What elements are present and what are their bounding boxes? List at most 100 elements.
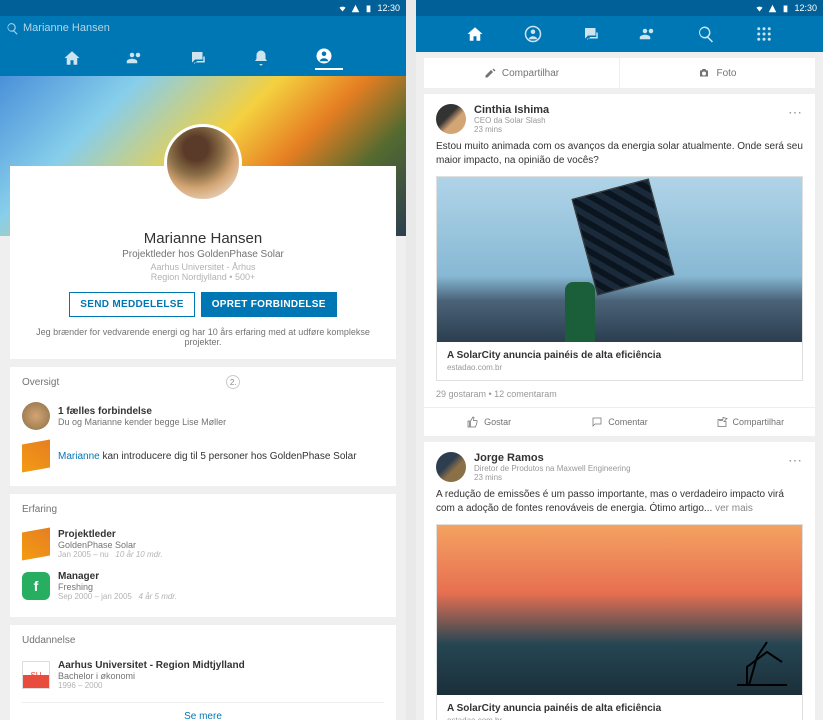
profile-avatar[interactable] bbox=[164, 124, 242, 202]
share-bar: Compartilhar Foto bbox=[424, 58, 815, 88]
article-image bbox=[437, 525, 802, 695]
exp-company: Freshing bbox=[58, 582, 177, 592]
exp-role: Projektleder bbox=[58, 529, 163, 540]
nav-people-icon[interactable] bbox=[126, 49, 144, 67]
profile-screen: 12:30 2. Marianne Hansen Projektleder ho… bbox=[0, 0, 406, 720]
nav-profile-icon[interactable] bbox=[524, 25, 542, 43]
wifi-icon bbox=[755, 4, 764, 13]
profile-region: Region Nordjylland • 500+ bbox=[26, 272, 380, 282]
profile-content: 2. Marianne Hansen Projektleder hos Gold… bbox=[0, 76, 406, 720]
status-bar: 12:30 bbox=[0, 0, 406, 16]
post-avatar[interactable] bbox=[436, 104, 466, 134]
nav-people-icon[interactable] bbox=[639, 25, 657, 43]
post-author[interactable]: Jorge Ramos bbox=[474, 452, 631, 464]
comment-button[interactable]: Comentar bbox=[554, 408, 684, 436]
search-input[interactable] bbox=[19, 20, 400, 36]
experience-section: Erfaring Projektleder GoldenPhase Solar … bbox=[10, 494, 396, 617]
education-item[interactable]: SU Aarhus Universitet - Region Midtjylla… bbox=[22, 654, 384, 696]
post-time: 23 mins bbox=[474, 473, 631, 482]
post-role: Diretor de Produtos na Maxwell Engineeri… bbox=[474, 464, 631, 473]
signal-icon bbox=[351, 4, 360, 13]
post-menu-icon[interactable]: ⋯ bbox=[788, 452, 803, 469]
nav-messages-icon[interactable] bbox=[189, 49, 207, 67]
post-body: Estou muito animada com os avanços da en… bbox=[424, 140, 815, 176]
share-button[interactable]: Compartilhar bbox=[685, 408, 815, 436]
article-title: A SolarCity anuncia painéis de alta efic… bbox=[437, 695, 802, 716]
comment-icon bbox=[591, 416, 603, 428]
like-icon bbox=[467, 416, 479, 428]
nav-search-icon[interactable] bbox=[697, 25, 715, 43]
post-stats[interactable]: 29 gostaram • 12 comentaram bbox=[424, 381, 815, 407]
nav-profile-tab[interactable] bbox=[315, 47, 343, 70]
profile-actions: SEND MEDDELELSE OPRET FORBINDELSE bbox=[26, 292, 380, 317]
post-article[interactable]: A SolarCity anuncia painéis de alta efic… bbox=[436, 176, 803, 381]
profile-title: Projektleder hos GoldenPhase Solar bbox=[26, 249, 380, 260]
experience-item[interactable]: Projektleder GoldenPhase Solar Jan 2005 … bbox=[22, 523, 384, 565]
profile-card: 2. Marianne Hansen Projektleder hos Gold… bbox=[10, 166, 396, 359]
profile-bio: Jeg brænder for vedvarende energi og har… bbox=[26, 327, 380, 347]
clock: 12:30 bbox=[794, 3, 817, 13]
mutual-connection-row[interactable]: 1 fælles forbindelse Du og Marianne kend… bbox=[22, 396, 384, 436]
post-avatar[interactable] bbox=[436, 452, 466, 482]
mutual-sub: Du og Marianne kender begge Lise Møller bbox=[58, 417, 226, 427]
post-author[interactable]: Cinthia Ishima bbox=[474, 104, 549, 116]
battery-icon bbox=[364, 4, 373, 13]
post-header: Cinthia Ishima CEO da Solar Slash 23 min… bbox=[424, 94, 815, 140]
pumpjack-icon bbox=[732, 637, 792, 687]
app-header bbox=[416, 16, 823, 52]
status-bar: 12:30 bbox=[416, 0, 823, 16]
search-icon bbox=[6, 22, 19, 35]
wifi-icon bbox=[338, 4, 347, 13]
intro-row[interactable]: Marianne kan introducere dig til 5 perso… bbox=[22, 436, 384, 476]
nav-home-icon[interactable] bbox=[63, 49, 81, 67]
compose-icon bbox=[484, 67, 496, 79]
camera-icon bbox=[698, 67, 710, 79]
post-time: 23 mins bbox=[474, 125, 549, 134]
nav-tabs bbox=[0, 40, 406, 76]
share-photo-button[interactable]: Foto bbox=[619, 58, 815, 88]
company-icon bbox=[22, 440, 50, 473]
see-more-link[interactable]: Se mere bbox=[22, 702, 384, 720]
share-update-button[interactable]: Compartilhar bbox=[424, 58, 619, 88]
article-source: estadao.com.br bbox=[437, 716, 802, 720]
see-more-link[interactable]: ver mais bbox=[715, 503, 753, 514]
overview-title: Oversigt bbox=[22, 377, 384, 388]
nav-tabs bbox=[416, 16, 823, 52]
nav-home-icon[interactable] bbox=[466, 25, 484, 43]
feed-screen: 12:30 Compartilhar Foto bbox=[416, 0, 823, 720]
exp-company-icon bbox=[22, 528, 50, 561]
exp-period: Sep 2000 – jan 2005 4 år 5 mdr. bbox=[58, 592, 177, 601]
app-header bbox=[0, 16, 406, 76]
article-image bbox=[437, 177, 802, 342]
experience-item[interactable]: f Manager Freshing Sep 2000 – jan 2005 4… bbox=[22, 565, 384, 607]
battery-icon bbox=[781, 4, 790, 13]
post-body: A redução de emissões é um passo importa… bbox=[424, 488, 815, 524]
signal-icon bbox=[768, 4, 777, 13]
school-icon: SU bbox=[22, 661, 50, 689]
education-title: Uddannelse bbox=[22, 635, 384, 646]
profile-education: Aarhus Universitet - Århus bbox=[26, 262, 380, 272]
post-header: Jorge Ramos Diretor de Produtos na Maxwe… bbox=[424, 442, 815, 488]
intro-text: Marianne kan introducere dig til 5 perso… bbox=[58, 451, 357, 462]
degree: Bachelor i økonomi bbox=[58, 671, 245, 681]
edu-period: 1996 – 2000 bbox=[58, 681, 245, 690]
experience-title: Erfaring bbox=[22, 504, 384, 515]
exp-company-icon: f bbox=[22, 572, 50, 600]
nav-notifications-icon[interactable] bbox=[252, 49, 270, 67]
send-message-button[interactable]: SEND MEDDELELSE bbox=[69, 292, 194, 317]
article-source: estadao.com.br bbox=[437, 363, 802, 380]
like-button[interactable]: Gostar bbox=[424, 408, 554, 436]
connect-button[interactable]: OPRET FORBINDELSE bbox=[201, 292, 337, 317]
exp-role: Manager bbox=[58, 571, 177, 582]
feed-post: Cinthia Ishima CEO da Solar Slash 23 min… bbox=[424, 94, 815, 436]
school-name: Aarhus Universitet - Region Midtjylland bbox=[58, 660, 245, 671]
overview-section: Oversigt 1 fælles forbindelse Du og Mari… bbox=[10, 367, 396, 486]
search-row bbox=[0, 16, 406, 40]
nav-apps-icon[interactable] bbox=[755, 25, 773, 43]
profile-name: Marianne Hansen bbox=[26, 230, 380, 247]
feed-post: Jorge Ramos Diretor de Produtos na Maxwe… bbox=[424, 442, 815, 720]
post-menu-icon[interactable]: ⋯ bbox=[788, 104, 803, 121]
post-article[interactable]: A SolarCity anuncia painéis de alta efic… bbox=[436, 524, 803, 720]
article-title: A SolarCity anuncia painéis de alta efic… bbox=[437, 342, 802, 363]
nav-messages-icon[interactable] bbox=[582, 25, 600, 43]
